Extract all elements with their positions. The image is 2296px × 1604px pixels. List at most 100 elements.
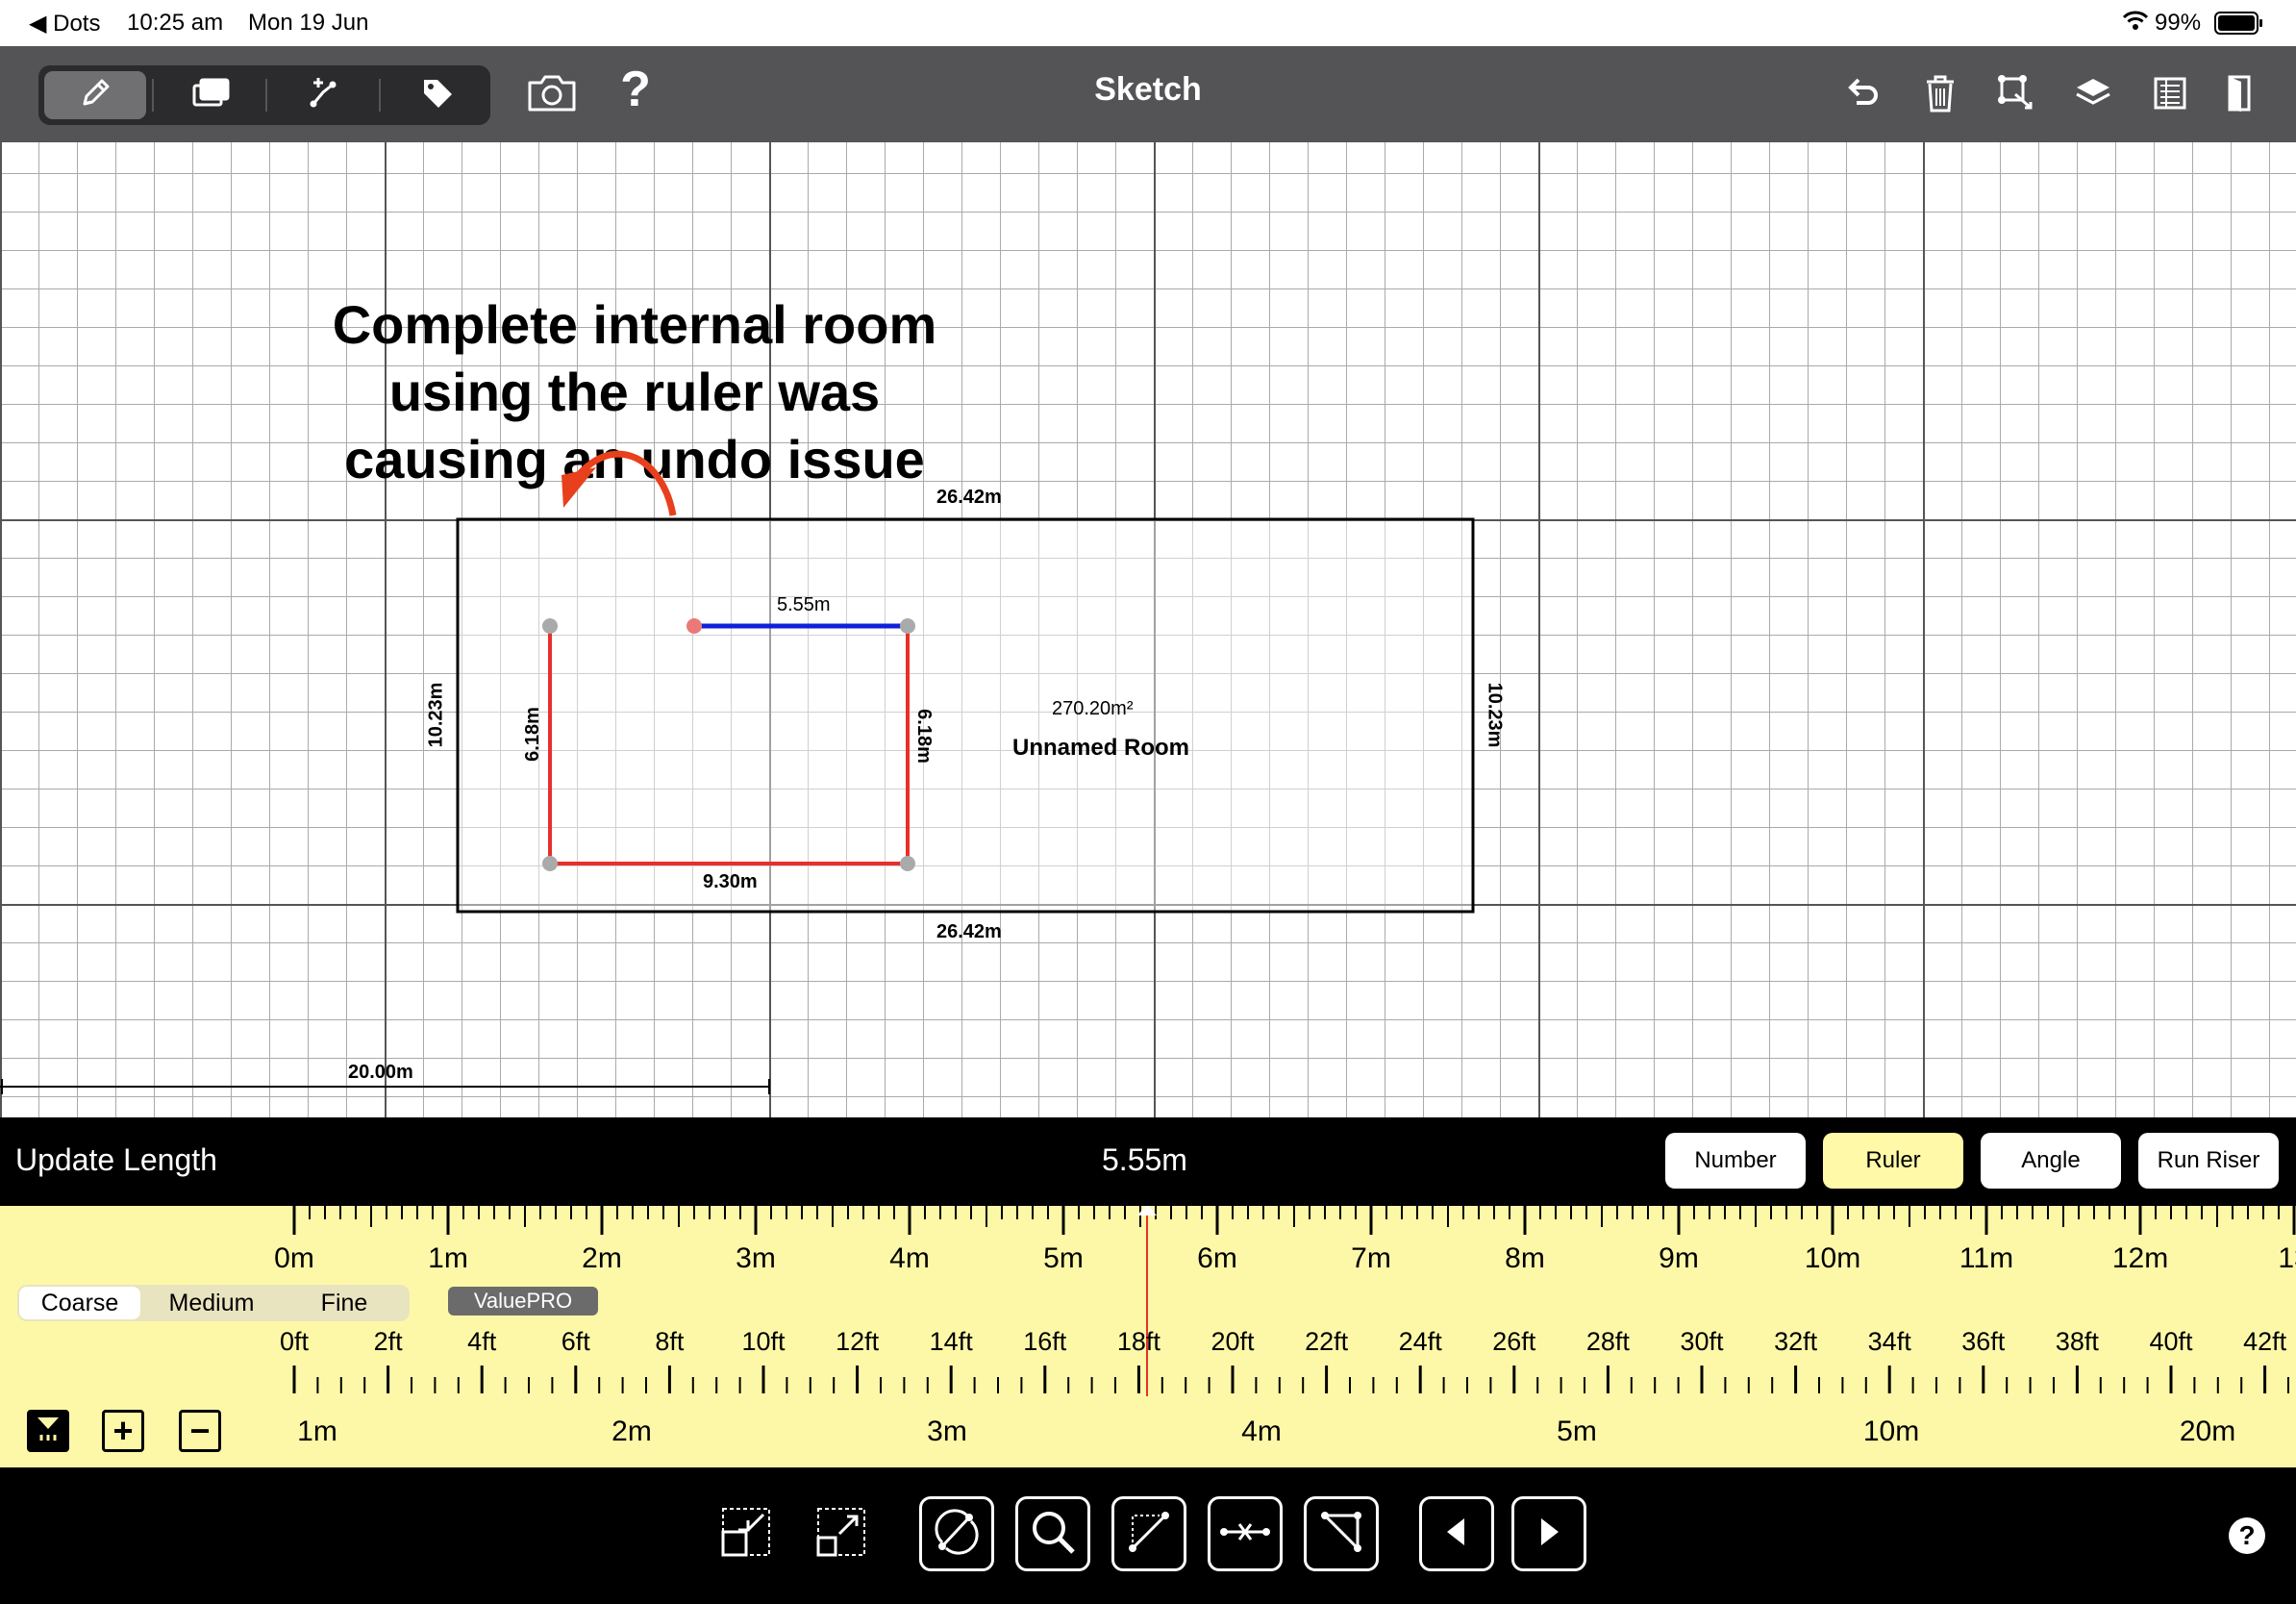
ruler-imperial-label: 28ft <box>1585 1327 1630 1356</box>
ruler-metric-label: 3m <box>736 1242 776 1274</box>
length-value: 5.55m <box>1102 1142 1187 1177</box>
scale-label[interactable]: 2m <box>611 1416 652 1448</box>
room-drawing <box>0 450 1475 1094</box>
scale-label[interactable]: 4m <box>1241 1416 1282 1448</box>
ruler-imperial-label: 40ft <box>2149 1327 2193 1356</box>
ruler-imperial-label: 0ft <box>279 1327 310 1356</box>
battery-icon <box>2214 12 2264 41</box>
layers-copy-tool-button[interactable] <box>160 71 262 119</box>
ruler-metric-label: 7m <box>1351 1242 1391 1274</box>
shrink-icon <box>717 1503 775 1566</box>
outer-bottom-dimension[interactable]: 26.42m <box>936 921 1002 943</box>
update-length-bar: Update Length 5.55m Number Ruler Angle R… <box>0 1117 2296 1206</box>
diagonal-line-button[interactable] <box>1111 1496 1186 1571</box>
ruler-imperial-label: 12ft <box>836 1327 880 1356</box>
ruler-metric-label: 5m <box>1043 1242 1084 1274</box>
notes-button[interactable] <box>2142 67 2198 123</box>
status-time: 10:25 am <box>127 10 224 36</box>
diagonal-measure-icon <box>1121 1504 1177 1565</box>
ruler-imperial-label: 18ft <box>1116 1327 1160 1356</box>
scale-toggle-button[interactable] <box>27 1410 69 1452</box>
transform-nodes-icon <box>1996 73 2036 118</box>
ruler-imperial-label: 22ft <box>1305 1327 1349 1356</box>
ruler-metric-label: 10m <box>1804 1242 1861 1274</box>
outer-left-dimension[interactable]: 10.23m <box>425 683 447 748</box>
run-riser-mode-button[interactable]: Run Riser <box>2138 1133 2279 1189</box>
inner-left-dimension[interactable]: 6.18m <box>522 707 544 762</box>
node-tool-button[interactable] <box>273 71 375 119</box>
fine-zoom-button[interactable]: Fine <box>283 1287 406 1319</box>
help-button[interactable]: ? <box>608 62 663 117</box>
previous-button[interactable] <box>1419 1496 1494 1571</box>
inner-bottom-dimension[interactable]: 9.30m <box>703 871 758 893</box>
delete-button[interactable] <box>1912 67 1968 123</box>
ruler-imperial-label: 24ft <box>1398 1327 1442 1356</box>
camera-icon <box>526 73 578 118</box>
zoom-out-button[interactable]: − <box>179 1410 221 1452</box>
ruler-imperial-label: 34ft <box>1867 1327 1911 1356</box>
shrink-button[interactable] <box>709 1496 784 1571</box>
medium-zoom-button[interactable]: Medium <box>146 1287 277 1319</box>
triangle-button[interactable] <box>1304 1496 1379 1571</box>
angle-mode-button[interactable]: Angle <box>1981 1133 2121 1189</box>
exit-button[interactable] <box>2209 67 2265 123</box>
outer-right-dimension[interactable]: 10.23m <box>1483 683 1505 748</box>
ruler-metric-label: 13 <box>2278 1242 2296 1274</box>
ruler-metric-label: 9m <box>1659 1242 1699 1274</box>
room-name[interactable]: Unnamed Room <box>1012 735 1189 762</box>
ruler-imperial-label: 32ft <box>1774 1327 1818 1356</box>
toolbar: ? Sketch <box>0 46 2296 142</box>
ruler-imperial-label: 4ft <box>467 1327 497 1356</box>
layers-icon <box>2073 75 2113 116</box>
scale-label[interactable]: 20m <box>2180 1416 2235 1448</box>
triangle-measure-icon <box>1313 1504 1369 1565</box>
scale-label[interactable]: 1m <box>297 1416 337 1448</box>
undo-icon <box>1843 74 1882 117</box>
coarse-zoom-button[interactable]: Coarse <box>19 1287 140 1319</box>
zoom-button[interactable] <box>1015 1496 1090 1571</box>
tag-icon <box>420 76 455 115</box>
ruler-imperial-label: 10ft <box>741 1327 786 1356</box>
node-edit-icon <box>306 75 342 116</box>
triangle-right-icon <box>1530 1513 1568 1556</box>
ruler-metric-label: 6m <box>1197 1242 1237 1274</box>
sketch-canvas[interactable]: Complete internal room using the ruler w… <box>0 142 2296 1117</box>
number-mode-button[interactable]: Number <box>1665 1133 1806 1189</box>
pencil-icon <box>77 75 113 116</box>
inner-top-dimension[interactable]: 5.55m <box>777 594 831 616</box>
battery-percent: 99% <box>2155 10 2202 36</box>
ruler-imperial-label: 36ft <box>1961 1327 2006 1356</box>
ruler-imperial-label: 16ft <box>1023 1327 1067 1356</box>
label-tool-button[interactable] <box>387 71 488 119</box>
undo-button[interactable] <box>1834 67 1890 123</box>
ruler-imperial-label: 2ft <box>373 1327 403 1356</box>
draw-tool-button[interactable] <box>44 71 146 119</box>
help-button[interactable]: ? <box>2229 1517 2265 1554</box>
measure-ruler[interactable]: 0m 1m 2m 3m 4m 5m 6m 7m 8m 9m 10m 11m 12m 13 0ft 2ft 4f… <box>0 1206 2296 1399</box>
ruler-metric-label: 11m <box>1959 1242 2014 1274</box>
split-wall-button[interactable] <box>1208 1496 1283 1571</box>
ruler-metric-label: 0m <box>274 1242 314 1274</box>
ruler-imperial-label: 8ft <box>655 1327 685 1356</box>
transform-button[interactable] <box>1988 67 2044 123</box>
scale-label[interactable]: 5m <box>1557 1416 1597 1448</box>
ruler-mode-button[interactable]: Ruler <box>1823 1133 1963 1189</box>
expand-button[interactable] <box>804 1496 879 1571</box>
scale-bar-label: 20.00m <box>348 1062 413 1083</box>
door-exit-icon <box>2220 73 2255 118</box>
outer-top-dimension[interactable]: 26.42m <box>936 487 1002 509</box>
scale-label[interactable]: 10m <box>1863 1416 1919 1448</box>
layers-button[interactable] <box>2065 67 2121 123</box>
inner-right-dimension[interactable]: 6.18m <box>912 709 935 764</box>
next-button[interactable] <box>1511 1496 1586 1571</box>
ruler-imperial-label: 6ft <box>561 1327 590 1356</box>
scale-label[interactable]: 3m <box>927 1416 967 1448</box>
bottom-toolbar: ? <box>0 1467 2296 1604</box>
camera-button[interactable] <box>524 67 580 123</box>
triangle-left-icon <box>1437 1513 1476 1556</box>
zoom-in-button[interactable]: + <box>102 1410 144 1452</box>
ruler-imperial-label: 38ft <box>2055 1327 2099 1356</box>
magnifier-icon <box>1026 1505 1080 1564</box>
rotate-button[interactable] <box>919 1496 994 1571</box>
back-to-app-link[interactable]: ◀ Dots <box>29 10 100 38</box>
